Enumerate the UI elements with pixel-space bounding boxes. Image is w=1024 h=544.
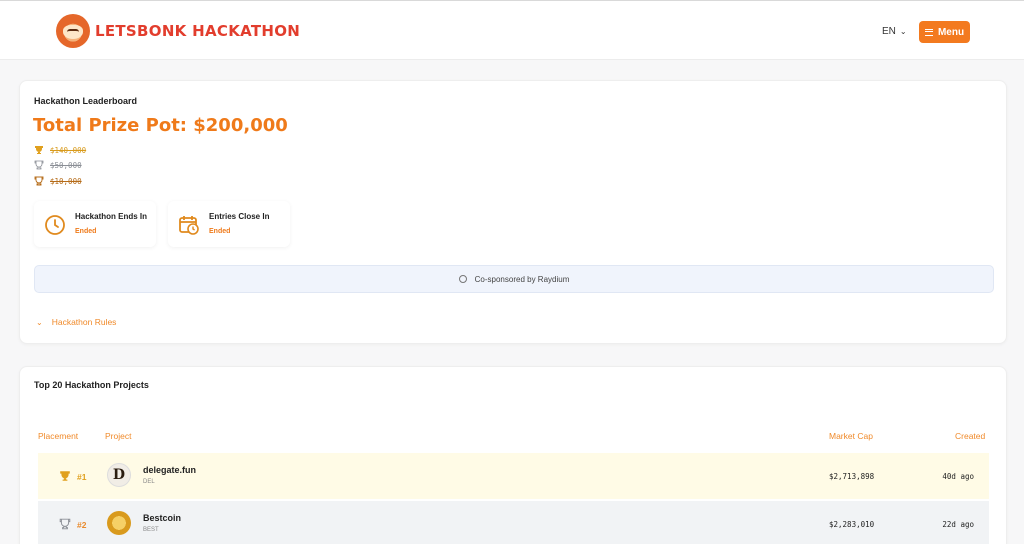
rank-label: #2 [77, 520, 87, 530]
prize-first: $140,000 [34, 145, 86, 155]
project-name[interactable]: delegate.fun [143, 465, 196, 475]
market-cap-value: $2,713,898 [829, 472, 875, 481]
table-row[interactable]: #2 Bestcoin BEST $2,283,010 22d ago [38, 501, 989, 544]
prize-amount: $50,000 [50, 160, 82, 170]
project-name[interactable]: Bestcoin [143, 513, 181, 523]
sponsor-banner: Co-sponsored by Raydium [34, 265, 994, 293]
project-avatar [107, 511, 131, 535]
calendar-clock-icon [179, 216, 199, 235]
table-row[interactable]: #1 D delegate.fun DEL $2,713,898 40d ago [38, 453, 989, 499]
created-value: 40d ago [942, 472, 974, 481]
rank-label: #1 [77, 472, 87, 482]
project-avatar: D [107, 463, 131, 487]
projects-title: Top 20 Hackathon Projects [34, 380, 149, 390]
chevron-down-icon: ⌄ [899, 27, 907, 36]
chevron-down-icon: ⌄ [36, 317, 43, 327]
logo-icon[interactable] [56, 14, 90, 48]
brand-title[interactable]: LETSBONK HACKATHON [95, 22, 300, 40]
prize-amount: $10,000 [50, 176, 82, 186]
entries-close-stat: Entries Close In Ended [168, 201, 290, 247]
stat-label: Entries Close In [209, 212, 270, 221]
market-cap-value: $2,283,010 [829, 520, 875, 529]
language-label: EN [882, 26, 896, 37]
bronze-trophy-icon [34, 176, 44, 186]
stat-value: Ended [75, 228, 97, 235]
column-header-market-cap[interactable]: Market Cap [829, 431, 873, 441]
silver-trophy-icon [59, 518, 71, 530]
column-header-placement[interactable]: Placement [38, 431, 78, 441]
gold-trophy-icon [35, 146, 43, 154]
raydium-icon [458, 275, 467, 283]
prize-amount: $140,000 [50, 145, 87, 155]
created-value: 22d ago [942, 520, 974, 529]
hamburger-icon [924, 28, 933, 36]
hackathon-rules-toggle[interactable]: ⌄ Hackathon Rules [36, 317, 116, 327]
project-ticker: BEST [143, 527, 159, 533]
leaderboard-card: Hackathon Leaderboard Total Prize Pot: $… [19, 80, 1007, 344]
top-navbar: LETSBONK HACKATHON EN ⌄ Menu [0, 0, 1024, 60]
stat-value: Ended [209, 228, 231, 235]
leaderboard-title: Hackathon Leaderboard [34, 96, 138, 106]
clock-icon [45, 215, 65, 235]
hackathon-ends-stat: Hackathon Ends In Ended [34, 201, 156, 247]
column-header-project[interactable]: Project [105, 431, 131, 441]
menu-button[interactable]: Menu [919, 21, 970, 43]
gold-trophy-icon [60, 471, 70, 481]
rules-label: Hackathon Rules [51, 317, 117, 327]
sponsor-text: Co-sponsored by Raydium [474, 274, 570, 284]
prize-third: $10,000 [34, 176, 82, 186]
column-header-created[interactable]: Created [955, 431, 985, 441]
prize-second: $50,000 [34, 160, 82, 170]
projects-card: Top 20 Hackathon Projects Placement Proj… [19, 366, 1007, 544]
project-ticker: DEL [143, 479, 155, 485]
language-selector[interactable]: EN ⌄ [882, 26, 907, 37]
menu-label: Menu [937, 26, 965, 38]
prize-pot: Total Prize Pot: $200,000 [33, 115, 288, 136]
silver-trophy-icon [34, 160, 44, 170]
stat-label: Hackathon Ends In [75, 212, 148, 221]
